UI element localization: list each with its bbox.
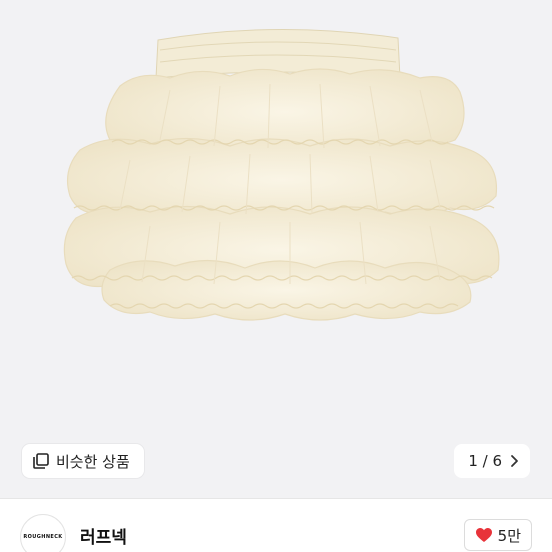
seller-name[interactable]: 러프넥 [80, 523, 127, 548]
like-count: 5만 [497, 526, 521, 545]
copy-icon [33, 453, 49, 469]
seller-row: ROUGHNECK 러프넥 5만 [0, 499, 552, 552]
seller-avatar[interactable]: ROUGHNECK [20, 514, 66, 552]
image-pager[interactable]: 1 / 6 [454, 444, 530, 478]
like-button[interactable]: 5만 [463, 519, 532, 551]
page-indicator: 1 / 6 [468, 452, 502, 470]
chevron-right-icon [511, 455, 518, 467]
product-image [63, 29, 500, 321]
avatar-logo-text: ROUGHNECK [23, 534, 63, 540]
product-image-viewer[interactable]: 비슷한 상품 1 / 6 [0, 0, 552, 498]
similar-products-button[interactable]: 비슷한 상품 [22, 444, 144, 478]
similar-products-label: 비슷한 상품 [56, 452, 130, 471]
heart-icon [475, 528, 492, 542]
